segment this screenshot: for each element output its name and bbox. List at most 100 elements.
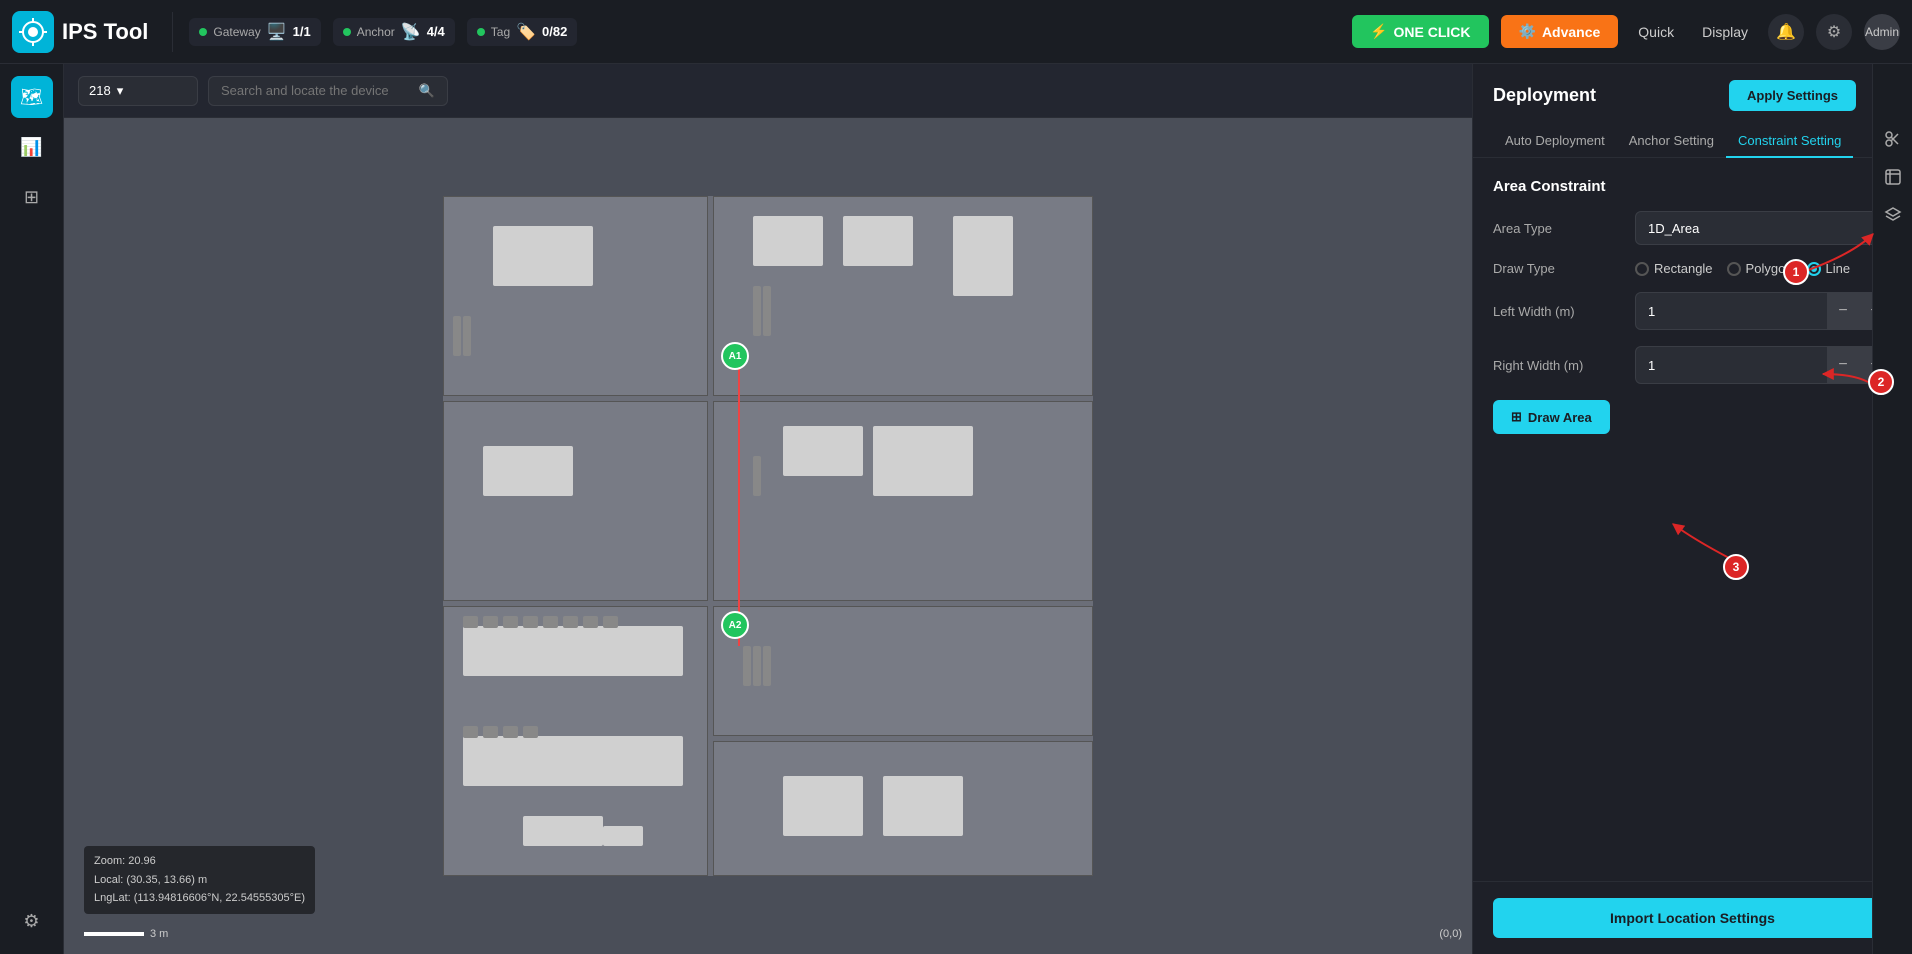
furniture-tl-plant2 <box>463 316 471 356</box>
right-width-row: Right Width (m) 1 − + <box>1493 346 1892 384</box>
furniture-br-plant2 <box>753 646 761 686</box>
furniture-br-plant1 <box>743 646 751 686</box>
radio-rectangle-circle <box>1635 262 1649 276</box>
top-navigation: IPS Tool Gateway 🖥️ 1/1 Anchor 📡 4/4 Tag… <box>0 0 1912 64</box>
furniture-bl-chair3 <box>503 616 518 628</box>
zoom-info: Zoom: 20.96 <box>94 852 305 871</box>
furniture-bl-chair6 <box>563 616 578 628</box>
sidebar-item-layers[interactable]: ⊞ <box>11 176 53 218</box>
sidebar-item-devices[interactable]: 📊 <box>11 126 53 168</box>
panel-header: Deployment Apply Settings ✕ <box>1473 64 1912 111</box>
tab-anchor-setting[interactable]: Anchor Setting <box>1617 125 1726 158</box>
anchor-label: Anchor <box>357 25 395 39</box>
scale-bar-visual <box>84 932 144 936</box>
radio-line[interactable]: Line <box>1807 261 1851 276</box>
left-width-label: Left Width (m) <box>1493 304 1623 319</box>
furniture-ml-1 <box>483 446 573 496</box>
settings-button[interactable]: ⚙ <box>1816 14 1852 50</box>
furniture-mr-1 <box>783 426 863 476</box>
anchor-icon: 📡 <box>401 22 421 42</box>
radio-polygon-circle <box>1727 262 1741 276</box>
display-link[interactable]: Display <box>1694 20 1756 44</box>
notification-button[interactable]: 🔔 <box>1768 14 1804 50</box>
local-info: Local: (30.35, 13.66) m <box>94 871 305 890</box>
furniture-tl-1 <box>493 226 593 286</box>
floor-selector[interactable]: 218 ▾ <box>78 76 198 106</box>
anchor-A2-marker[interactable]: A2 <box>721 611 749 639</box>
panel-title: Deployment <box>1493 85 1596 106</box>
furniture-tr-plant2 <box>763 286 771 336</box>
right-panel: Deployment Apply Settings ✕ Auto Deploym… <box>1472 64 1912 954</box>
quick-link[interactable]: Quick <box>1630 20 1682 44</box>
constraint-line <box>738 346 740 646</box>
right-width-input: 1 − + <box>1635 346 1892 384</box>
area-type-row: Area Type 1D_Area ▾ <box>1493 211 1892 245</box>
bell-icon: 🔔 <box>1776 22 1796 42</box>
left-width-decrement-button[interactable]: − <box>1827 293 1859 329</box>
search-input[interactable] <box>221 83 413 98</box>
one-click-button[interactable]: ⚡ ONE CLICK <box>1352 15 1488 48</box>
furniture-bl-c4 <box>523 726 538 738</box>
gear-icon: ⚙ <box>1827 22 1841 42</box>
floor-plan-container: A1 A2 Zoom: 20.96 Local: (30.35, 13.66) … <box>64 118 1472 954</box>
draw-type-label: Draw Type <box>1493 261 1623 276</box>
map-toolbar: 218 ▾ 🔍 <box>64 64 1472 118</box>
nav-divider-1 <box>172 12 173 52</box>
left-sidebar: 🗺 📊 ⊞ ⚙ <box>0 64 64 954</box>
floor-dropdown-icon: ▾ <box>117 83 124 99</box>
furniture-bl-c1 <box>463 726 478 738</box>
draw-area-button[interactable]: ⊞ Draw Area <box>1493 400 1610 434</box>
furniture-br-desk2 <box>883 776 963 836</box>
furniture-br-plant3 <box>763 646 771 686</box>
furniture-tr-plant1 <box>753 286 761 336</box>
sidebar-item-map[interactable]: 🗺 <box>11 76 53 118</box>
right-width-value: 1 <box>1636 350 1827 381</box>
strip-layers-button[interactable] <box>1878 200 1908 230</box>
devices-icon: 📊 <box>20 137 42 158</box>
tag-label: Tag <box>491 25 510 39</box>
draw-area-container: ⊞ Draw Area <box>1493 400 1892 434</box>
map-origin-label: (0,0) <box>1439 928 1462 940</box>
import-location-settings-button[interactable]: Import Location Settings <box>1493 898 1892 938</box>
tag-status-dot <box>477 28 485 36</box>
anchor-count: 4/4 <box>427 24 445 39</box>
sidebar-item-settings[interactable]: ⚙ <box>11 900 53 942</box>
map-info-overlay: Zoom: 20.96 Local: (30.35, 13.66) m LngL… <box>84 846 315 914</box>
floor-plan[interactable]: A1 A2 <box>443 196 1093 876</box>
tab-constraint-setting[interactable]: Constraint Setting <box>1726 125 1853 158</box>
right-width-decrement-button[interactable]: − <box>1827 347 1859 383</box>
search-box[interactable]: 🔍 <box>208 76 448 106</box>
scale-label: 3 m <box>150 928 168 940</box>
advance-button[interactable]: ⚙️ Advance <box>1501 15 1619 48</box>
furniture-bl-chair8 <box>603 616 618 628</box>
strip-scissors-button[interactable] <box>1878 124 1908 154</box>
callout-area <box>1493 454 1892 654</box>
gateway-group: Gateway 🖥️ 1/1 <box>189 18 320 46</box>
furniture-bl-chair2 <box>483 616 498 628</box>
left-width-value: 1 <box>1636 296 1827 327</box>
gateway-icon: 🖥️ <box>267 22 287 42</box>
furniture-bl-chair7 <box>583 616 598 628</box>
tag-count: 0/82 <box>542 24 567 39</box>
gateway-status-dot <box>199 28 207 36</box>
furniture-stair <box>523 816 603 846</box>
anchor-A1-marker[interactable]: A1 <box>721 342 749 370</box>
map-scale-bar: 3 m <box>84 928 168 940</box>
left-width-row: Left Width (m) 1 − + <box>1493 292 1892 330</box>
gateway-count: 1/1 <box>293 24 311 39</box>
radio-rectangle[interactable]: Rectangle <box>1635 261 1713 276</box>
main-layout: 🗺 📊 ⊞ ⚙ 218 ▾ 🔍 <box>0 64 1912 954</box>
strip-settings-button[interactable] <box>1878 162 1908 192</box>
area-type-select[interactable]: 1D_Area ▾ <box>1635 211 1892 245</box>
user-avatar[interactable]: Admin <box>1864 14 1900 50</box>
right-width-label: Right Width (m) <box>1493 358 1623 373</box>
apply-settings-button[interactable]: Apply Settings <box>1729 80 1856 111</box>
radio-polygon[interactable]: Polygon <box>1727 261 1793 276</box>
gateway-label: Gateway <box>213 25 260 39</box>
section-title: Area Constraint <box>1493 178 1892 195</box>
furniture-mr-plant1 <box>753 456 761 496</box>
furniture-tr-3 <box>953 216 1013 296</box>
draw-area-icon: ⊞ <box>1511 409 1522 425</box>
furniture-tl-plant1 <box>453 316 461 356</box>
tab-auto-deployment[interactable]: Auto Deployment <box>1493 125 1617 158</box>
